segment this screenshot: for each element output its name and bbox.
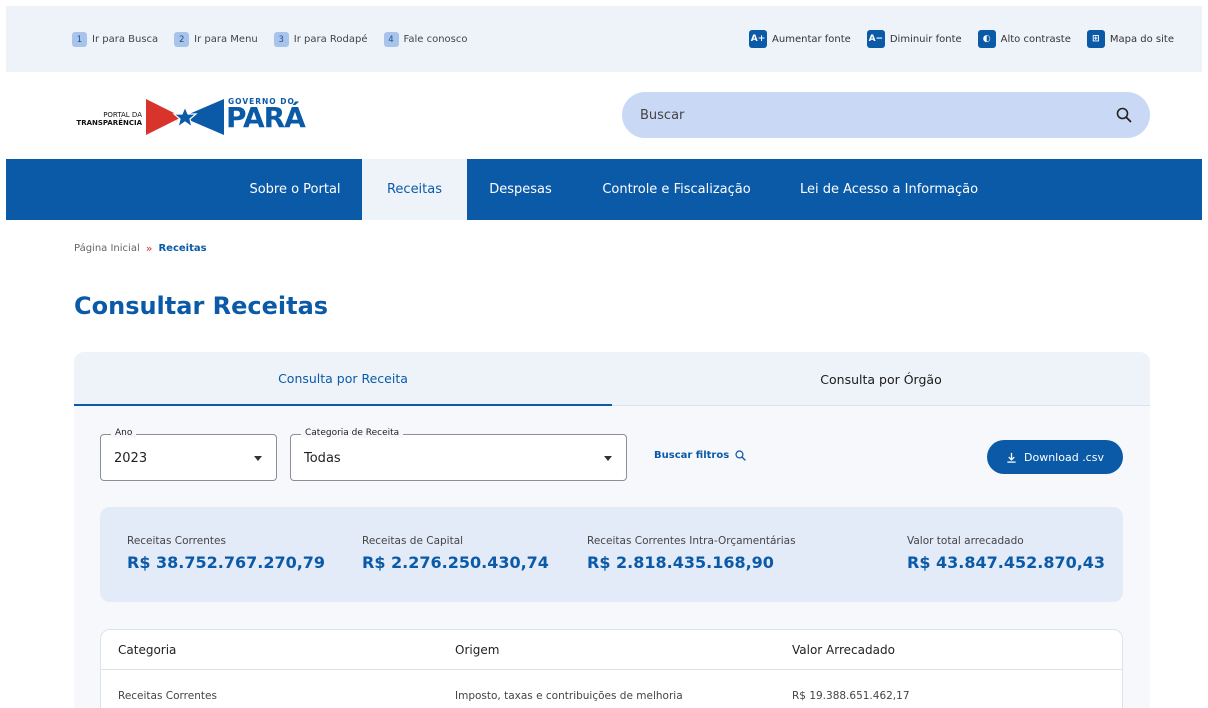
skip-link-search[interactable]: 1 Ir para Busca [72,32,158,47]
decrease-font-button[interactable]: A− Diminuir fonte [866,30,962,48]
increase-font-label: Aumentar fonte [772,33,851,45]
column-header-categoria[interactable]: Categoria [118,630,176,670]
year-select[interactable]: Ano 2023 [100,428,277,481]
accessibility-options: A+ Aumentar fonte A− Diminuir fonte ◐ Al… [749,30,1174,48]
tab-consulta-receita[interactable]: Consulta por Receita [74,352,612,406]
skip-number: 2 [174,32,190,47]
category-label: Categoria de Receita [301,428,404,438]
summary-value: R$ 2.276.250.430,74 [362,553,549,572]
skip-number: 3 [273,32,289,47]
accessibility-bar: 1 Ir para Busca 2 Ir para Menu 3 Ir para… [6,6,1202,72]
high-contrast-button[interactable]: ◐ Alto contraste [977,30,1071,48]
sitemap-button[interactable]: ⊞ Mapa do site [1086,30,1174,48]
year-label: Ano [111,428,137,438]
search-filters-label: Buscar filtros [654,450,730,461]
download-csv-button[interactable]: Download .csv [987,440,1123,474]
revenue-summary: Receitas Correntes R$ 38.752.767.270,79 … [100,507,1123,602]
page-title: Consultar Receitas [74,292,329,320]
breadcrumb-separator: » [145,242,153,255]
summary-value: R$ 2.818.435.168,90 [587,553,774,572]
column-header-valor[interactable]: Valor Arrecadado [792,630,895,670]
summary-label: Receitas de Capital [362,535,464,547]
decrease-font-label: Diminuir fonte [889,33,962,45]
skip-label: Ir para Menu [194,34,258,45]
sitemap-label: Mapa do site [1109,33,1174,45]
download-icon [1007,452,1016,463]
skip-label: Ir para Rodapé [293,34,368,45]
para-flag-icon [146,99,224,135]
nav-item-lei-acesso[interactable]: Lei de Acesso a Informação [779,159,999,220]
skip-link-contact[interactable]: 4 Fale conosco [383,32,468,47]
increase-font-button[interactable]: A+ Aumentar fonte [749,30,851,48]
sitemap-icon: ⊞ [1086,30,1105,48]
search-filters-link[interactable]: Buscar filtros [654,450,746,461]
contrast-icon: ◐ [977,30,996,48]
table-header: Categoria Origem Valor Arrecadado [101,630,1122,670]
logo-portal-text: PORTAL DA TRANSPARÊNCIA [74,111,142,127]
summary-intra-revenue: Receitas Correntes Intra-Orçamentárias R… [587,535,796,572]
summary-total-revenue: Valor total arrecadado R$ 43.847.452.870… [907,535,1105,572]
tab-consulta-orgao[interactable]: Consulta por Órgão [612,352,1150,406]
search-icon [735,450,746,461]
skip-label: Fale conosco [403,34,468,45]
high-contrast-label: Alto contraste [1000,33,1071,45]
skip-link-footer[interactable]: 3 Ir para Rodapé [273,32,368,47]
skip-link-menu[interactable]: 2 Ir para Menu [174,32,258,47]
summary-value: R$ 38.752.767.270,79 [127,553,326,572]
summary-value: R$ 43.847.452.870,43 [907,553,1106,572]
decrease-font-icon: A− [866,30,885,48]
page: 1 Ir para Busca 2 Ir para Menu 3 Ir para… [0,0,1208,708]
download-label: Download .csv [1024,450,1104,464]
nav-item-controle-fiscalizacao[interactable]: Controle e Fiscalização [574,159,779,220]
nav-item-sobre-o-portal[interactable]: Sobre o Portal [228,159,362,220]
year-value: 2023 [114,451,148,466]
search-input[interactable] [640,107,1116,123]
chevron-down-icon [604,456,612,461]
skip-label: Ir para Busca [92,34,159,45]
breadcrumb-home[interactable]: Página Inicial [74,243,140,254]
table-cell: Imposto, taxas e contribuições de melhor… [455,690,683,702]
column-header-origem[interactable]: Origem [455,630,499,670]
table-row[interactable]: Receitas Correntes Imposto, taxas e cont… [101,670,1122,708]
breadcrumb-current: Receitas [158,243,207,254]
query-tabs: Consulta por Receita Consulta por Órgão [74,352,1150,406]
nav-item-despesas[interactable]: Despesas [467,159,574,220]
logo-portal-line2: TRANSPARÊNCIA [76,119,142,127]
skip-number: 1 [72,32,87,47]
summary-capital-revenue: Receitas de Capital R$ 2.276.250.430,74 [362,535,549,572]
table-cell: R$ 19.388.651.462,17 [792,690,910,702]
site-logo[interactable]: PORTAL DA TRANSPARÊNCIA GOVERNO DO PARÁ [74,97,314,137]
summary-label: Valor total arrecadado [907,535,1024,547]
skip-number: 4 [383,32,399,47]
search-bar [622,92,1150,138]
query-panel: Consulta por Receita Consulta por Órgão … [74,352,1150,708]
summary-label: Receitas Correntes Intra-Orçamentárias [587,535,796,547]
nav-item-receitas[interactable]: Receitas [362,159,467,220]
breadcrumb: Página Inicial » Receitas [74,242,207,255]
summary-current-revenue: Receitas Correntes R$ 38.752.767.270,79 [127,535,325,572]
summary-label: Receitas Correntes [127,535,226,547]
logo-portal-line1: PORTAL DA [103,111,142,119]
increase-font-icon: A+ [749,30,768,48]
skip-links: 1 Ir para Busca 2 Ir para Menu 3 Ir para… [72,32,467,47]
category-value: Todas [304,451,341,466]
category-select[interactable]: Categoria de Receita Todas [290,428,627,481]
search-icon[interactable] [1116,107,1132,123]
main-nav: Sobre o Portal Receitas Despesas Control… [6,159,1202,220]
chevron-down-icon [254,456,262,461]
table-cell: Receitas Correntes [118,690,217,702]
revenue-table: Categoria Origem Valor Arrecadado Receit… [100,629,1123,708]
logo-state-text: PARÁ [226,101,306,134]
